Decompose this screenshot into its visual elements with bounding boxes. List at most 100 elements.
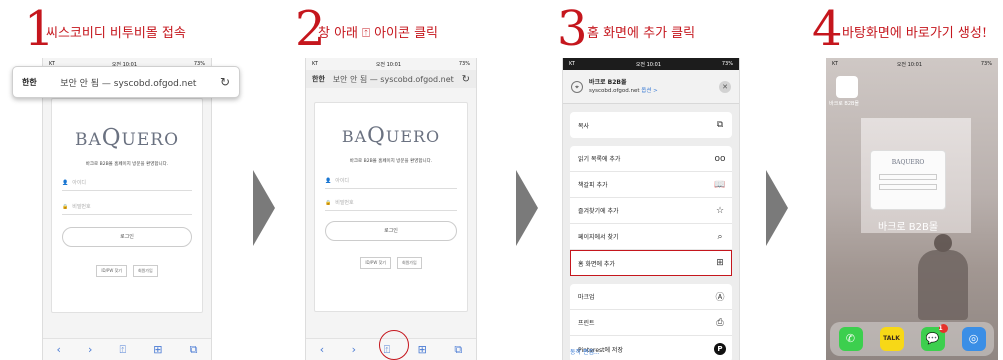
menu-item-add-favorite[interactable]: 즐겨찾기에 추가 ☆ xyxy=(570,198,732,224)
widget-input-2 xyxy=(879,184,937,190)
share-sheet: ⌖ 바크로 B2B몰 syscobd.ofgod.net 옵션 > ✕ 복사 ⧉ … xyxy=(563,70,739,360)
share-highlight-circle xyxy=(379,330,409,360)
widget-logo: BAQUERO xyxy=(891,159,925,166)
glasses-icon: oo xyxy=(714,153,726,164)
phone-screen-1: KT 오전 10:01 73% BAQUERO 바크로 B2B몰 홈페이지 방문… xyxy=(42,58,212,360)
login-card: BAQUERO 바크로 B2B몰 홈페이지 방문을 환영합니다. 👤 아이디 🔒 비… xyxy=(314,102,468,312)
menu-item-find-on-page[interactable]: 페이지에서 찾기 ⌕ xyxy=(570,224,732,250)
step-2-title: 창 아래 ⍐ 아이콘 클릭 xyxy=(318,26,439,41)
safari-icon[interactable]: ◎ xyxy=(961,327,986,351)
options-link[interactable]: 옵션 > xyxy=(641,88,657,94)
lock-icon: 🔒 xyxy=(325,199,332,206)
widget-input-1 xyxy=(879,174,937,180)
menu-item-add-to-home-screen[interactable]: 홈 화면에 추가 ⊞ xyxy=(570,250,732,276)
bookmarks-icon[interactable]: ⊞ xyxy=(153,343,162,356)
back-icon[interactable]: ‹ xyxy=(57,343,61,356)
account-links: ID/PW 찾기 회원가입 xyxy=(52,265,202,277)
login-card: BAQUERO 바크로 B2B몰 홈페이지 방문을 환영합니다. 👤 아이디 🔒 비… xyxy=(51,98,203,313)
find-id-pw-button[interactable]: ID/PW 찾기 xyxy=(360,257,391,269)
copy-icon: ⧉ xyxy=(716,120,724,130)
reload-icon[interactable]: ↻ xyxy=(220,75,230,89)
share-sheet-title: 바크로 B2B몰 xyxy=(589,78,627,86)
password-field[interactable]: 🔒 비밀번호 xyxy=(62,203,192,215)
step-4-number: 4 xyxy=(812,1,843,57)
phone-screen-3: KT 오전 10:01 73% ⌖ 바크로 B2B몰 syscobd.ofgod… xyxy=(562,58,740,360)
user-icon: 👤 xyxy=(325,177,332,184)
menu-item-add-bookmark[interactable]: 책갈피 추가 📖 xyxy=(570,172,732,198)
user-icon: 👤 xyxy=(62,179,69,186)
menu-item-copy[interactable]: 복사 ⧉ xyxy=(570,112,732,138)
aa-icon[interactable]: 한한 xyxy=(22,77,37,88)
share-sheet-url: syscobd.ofgod.net xyxy=(589,87,640,94)
password-field[interactable]: 🔒 비밀번호 xyxy=(325,199,457,211)
tabs-icon[interactable]: ⧉ xyxy=(454,343,462,357)
welcome-text: 바크로 B2B몰 홈페이지 방문을 환영합니다. xyxy=(85,162,169,167)
notification-badge: 1 xyxy=(938,324,948,333)
share-icon[interactable]: ⍐ xyxy=(120,343,127,357)
menu-item-print[interactable]: 프린트 ⎙ xyxy=(570,310,732,336)
step-3-number: 3 xyxy=(557,1,588,57)
plus-square-icon: ⊞ xyxy=(716,258,724,268)
dock: ✆ TALK 💬 1 ◎ xyxy=(830,322,994,356)
edit-actions-link[interactable]: 동작 편집... xyxy=(570,347,600,356)
step-3: 3 홈 화면에 추가 클릭 KT 오전 10:01 73% ⌖ 바크로 B2B몰… xyxy=(555,0,755,360)
next-arrow-3 xyxy=(766,170,788,246)
status-bar: KT 오전 10:01 73% xyxy=(832,61,992,68)
menu-item-reading-list[interactable]: 읽기 목록에 추가 oo xyxy=(570,146,732,172)
status-bar: KT 오전 10:01 73% xyxy=(312,61,470,68)
compass-icon: ⌖ xyxy=(571,80,583,93)
step-1-title: 씨스코비디 비투비몰 접속 xyxy=(46,26,186,41)
printer-icon: ⎙ xyxy=(716,317,724,328)
step-3-title: 홈 화면에 추가 클릭 xyxy=(587,26,696,41)
markup-icon: Ⓐ xyxy=(715,293,725,303)
next-arrow-2 xyxy=(516,170,538,246)
account-links: ID/PW 찾기 회원가입 xyxy=(315,257,467,269)
aa-icon[interactable]: 한한 xyxy=(312,74,325,84)
tabs-icon[interactable]: ⧉ xyxy=(190,343,198,357)
login-button[interactable]: 로그인 xyxy=(325,221,457,241)
address-bar-callout[interactable]: 한한 보안 안 됨 — syscobd.ofgod.net ↻ xyxy=(12,66,240,98)
menu-item-markup[interactable]: 마크업 Ⓐ xyxy=(570,284,732,310)
status-bar: KT 오전 10:01 73% xyxy=(569,61,733,68)
step-4-title: 바탕화면에 바로가기 생성! xyxy=(842,26,988,41)
reload-icon[interactable]: ↻ xyxy=(462,74,470,85)
welcome-text: 바크로 B2B몰 홈페이지 방문을 환영합니다. xyxy=(349,159,433,164)
forward-icon[interactable]: › xyxy=(88,343,92,356)
forward-icon[interactable]: › xyxy=(352,343,356,356)
lock-icon: 🔒 xyxy=(62,203,69,210)
id-field[interactable]: 👤 아이디 xyxy=(62,179,192,191)
book-icon: 📖 xyxy=(714,179,726,190)
kakaotalk-icon[interactable]: TALK xyxy=(879,327,904,351)
messages-wrap: 💬 1 xyxy=(920,324,948,351)
step-1: 1 씨스코비디 비투비몰 접속 KT 오전 10:01 73% BAQUERO … xyxy=(0,0,240,360)
login-button[interactable]: 로그인 xyxy=(62,227,192,247)
close-icon[interactable]: ✕ xyxy=(719,80,731,93)
url-text: 보안 안 됨 — syscobd.ofgod.net xyxy=(60,78,197,89)
wallpaper-person xyxy=(918,234,968,320)
small-app-label: 바크로 B2B몰 xyxy=(829,101,860,107)
address-bar[interactable]: 한한 보안 안 됨 — syscobd.ofgod.net ↻ xyxy=(306,70,476,88)
step-4: 4 바탕화면에 바로가기 생성! KT 오전 10:01 73% 바크로 B2B… xyxy=(800,0,1003,360)
url-text: 보안 안 됨 — syscobd.ofgod.net xyxy=(332,74,454,84)
pinterest-icon: P xyxy=(714,343,726,355)
join-button[interactable]: 회원가입 xyxy=(132,265,158,277)
join-button[interactable]: 회원가입 xyxy=(396,257,422,269)
action-menu-1: 읽기 목록에 추가 oo 책갈피 추가 📖 즐겨찾기에 추가 ☆ 페이지에서 찾기 ⌕ … xyxy=(570,146,732,276)
phone-screen-2: KT 오전 10:01 73% 한한 보안 안 됨 — syscobd.ofgo… xyxy=(305,58,477,360)
phone-icon[interactable]: ✆ xyxy=(838,327,863,351)
id-field[interactable]: 👤 아이디 xyxy=(325,177,457,189)
back-icon[interactable]: ‹ xyxy=(320,343,324,356)
baquero-app-icon[interactable]: BAQUERO xyxy=(870,150,946,210)
search-icon: ⌕ xyxy=(717,231,723,242)
big-app-label: 바크로 B2B몰 xyxy=(878,222,939,233)
star-icon: ☆ xyxy=(715,205,725,216)
small-app-icon[interactable] xyxy=(836,76,858,98)
baquero-logo: BAQUERO xyxy=(341,123,441,148)
step-2: 2 창 아래 ⍐ 아이콘 클릭 KT 오전 10:01 73% 한한 보안 안 … xyxy=(290,0,490,360)
safari-toolbar: ‹ › ⍐ ⊞ ⧉ xyxy=(43,338,211,360)
copy-menu: 복사 ⧉ xyxy=(570,112,732,138)
home-screen: KT 오전 10:01 73% 바크로 B2B몰 BAQUERO 바크로 B2B… xyxy=(826,58,998,360)
bookmarks-icon[interactable]: ⊞ xyxy=(418,343,427,356)
next-arrow-1 xyxy=(253,170,275,246)
find-id-pw-button[interactable]: ID/PW 찾기 xyxy=(96,265,127,277)
